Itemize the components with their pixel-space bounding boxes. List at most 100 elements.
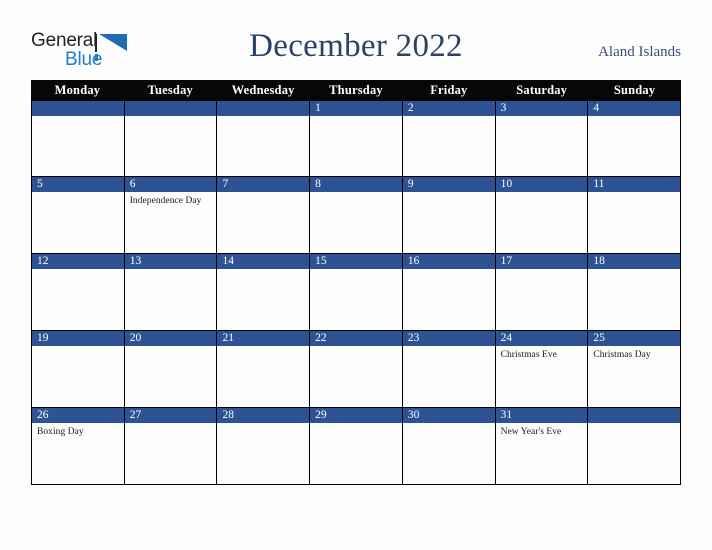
- day-cell[interactable]: 11: [588, 177, 682, 253]
- day-cell[interactable]: 13: [124, 254, 218, 330]
- day-body: [217, 346, 309, 407]
- day-cell[interactable]: 1: [310, 101, 403, 176]
- day-number: 14: [217, 254, 310, 269]
- weekday-header-row: Monday Tuesday Wednesday Thursday Friday…: [31, 80, 681, 100]
- day-cell[interactable]: 3: [495, 101, 589, 176]
- day-cell[interactable]: [32, 101, 125, 176]
- day-cell[interactable]: 20: [124, 331, 218, 407]
- day-cell[interactable]: 24 Christmas Eve: [495, 331, 589, 407]
- day-cell[interactable]: 27: [124, 408, 218, 484]
- day-body: [588, 116, 680, 176]
- day-body: Boxing Day: [32, 423, 124, 484]
- day-cell[interactable]: [124, 101, 218, 176]
- day-cell[interactable]: 17: [495, 254, 589, 330]
- day-body: [217, 192, 309, 253]
- day-cell[interactable]: 31 New Year's Eve: [495, 408, 589, 484]
- day-body: [496, 116, 588, 176]
- day-cell[interactable]: 23: [402, 331, 496, 407]
- day-cell[interactable]: 9: [402, 177, 496, 253]
- day-body: [403, 116, 495, 176]
- day-cell[interactable]: 15: [310, 254, 403, 330]
- day-body: [125, 346, 217, 407]
- day-body: [125, 423, 217, 484]
- day-number: 4: [588, 101, 681, 116]
- day-cell[interactable]: 6 Independence Day: [124, 177, 218, 253]
- week-row: 26 Boxing Day 27 28 29 30 31 New Year's …: [31, 408, 682, 485]
- day-number: [588, 408, 681, 423]
- day-body: [310, 192, 402, 253]
- day-cell[interactable]: 2: [402, 101, 496, 176]
- day-body: [496, 269, 588, 330]
- weekday-header-friday: Friday: [430, 83, 468, 97]
- day-cell[interactable]: 16: [402, 254, 496, 330]
- day-cell[interactable]: 26 Boxing Day: [32, 408, 125, 484]
- day-cell[interactable]: 30: [402, 408, 496, 484]
- day-number: 15: [310, 254, 402, 269]
- day-number: 20: [124, 331, 217, 346]
- day-cell[interactable]: 18: [588, 254, 682, 330]
- day-number: 3: [495, 101, 588, 116]
- day-body: [403, 423, 495, 484]
- day-body: [403, 192, 495, 253]
- day-body: [217, 116, 309, 176]
- day-body: Independence Day: [125, 192, 217, 253]
- day-cell[interactable]: 7: [217, 177, 311, 253]
- day-body: [32, 116, 124, 176]
- day-cell[interactable]: [588, 408, 682, 484]
- day-number: [217, 101, 310, 116]
- day-body: [310, 269, 402, 330]
- day-number: 1: [310, 101, 402, 116]
- day-number: [124, 101, 217, 116]
- day-cell[interactable]: 29: [310, 408, 403, 484]
- day-cell[interactable]: 12: [32, 254, 125, 330]
- day-event: Christmas Eve: [500, 350, 557, 360]
- day-body: [32, 346, 124, 407]
- weekday-header-sunday: Sunday: [613, 83, 656, 97]
- day-number: 6: [124, 177, 217, 192]
- day-body: [310, 423, 402, 484]
- day-cell[interactable]: 5: [32, 177, 125, 253]
- day-number: 21: [217, 331, 310, 346]
- week-row: 19 20 21 22 23 24 Christmas Eve 25 Chris…: [31, 331, 682, 408]
- weekday-header-wednesday: Wednesday: [231, 83, 295, 97]
- day-number: 28: [217, 408, 310, 423]
- day-number: 22: [310, 331, 402, 346]
- day-body: New Year's Eve: [496, 423, 588, 484]
- day-number: 24: [495, 331, 588, 346]
- day-number: 23: [402, 331, 495, 346]
- week-row: 12 13 14 15 16 17 18: [31, 254, 682, 331]
- page-header: General Blue December 2022 Aland Islands: [0, 0, 712, 80]
- locale-label: Aland Islands: [598, 44, 681, 60]
- day-body: [217, 269, 309, 330]
- day-body: [32, 192, 124, 253]
- day-number: 9: [402, 177, 495, 192]
- day-cell[interactable]: 8: [310, 177, 403, 253]
- day-cell[interactable]: 28: [217, 408, 311, 484]
- day-cell[interactable]: [217, 101, 311, 176]
- day-number: 5: [32, 177, 124, 192]
- day-cell[interactable]: 21: [217, 331, 311, 407]
- day-cell[interactable]: 14: [217, 254, 311, 330]
- day-number: 19: [32, 331, 124, 346]
- weekday-header-saturday: Saturday: [516, 83, 568, 97]
- week-row: 1 2 3 4: [31, 100, 682, 177]
- day-cell[interactable]: 10: [495, 177, 589, 253]
- day-number: 8: [310, 177, 402, 192]
- day-number: 26: [32, 408, 124, 423]
- day-body: [403, 269, 495, 330]
- day-body: [403, 346, 495, 407]
- day-number: 30: [402, 408, 495, 423]
- day-cell[interactable]: 19: [32, 331, 125, 407]
- day-body: [32, 269, 124, 330]
- day-number: 29: [310, 408, 402, 423]
- day-cell[interactable]: 25 Christmas Day: [588, 331, 682, 407]
- day-body: [125, 116, 217, 176]
- day-cell[interactable]: 22: [310, 331, 403, 407]
- calendar-page: General Blue December 2022 Aland Islands…: [0, 0, 712, 550]
- day-event: New Year's Eve: [500, 427, 562, 437]
- day-body: [588, 192, 680, 253]
- day-cell[interactable]: 4: [588, 101, 682, 176]
- day-body: [496, 192, 588, 253]
- day-number: [32, 101, 124, 116]
- weekday-header-tuesday: Tuesday: [147, 83, 193, 97]
